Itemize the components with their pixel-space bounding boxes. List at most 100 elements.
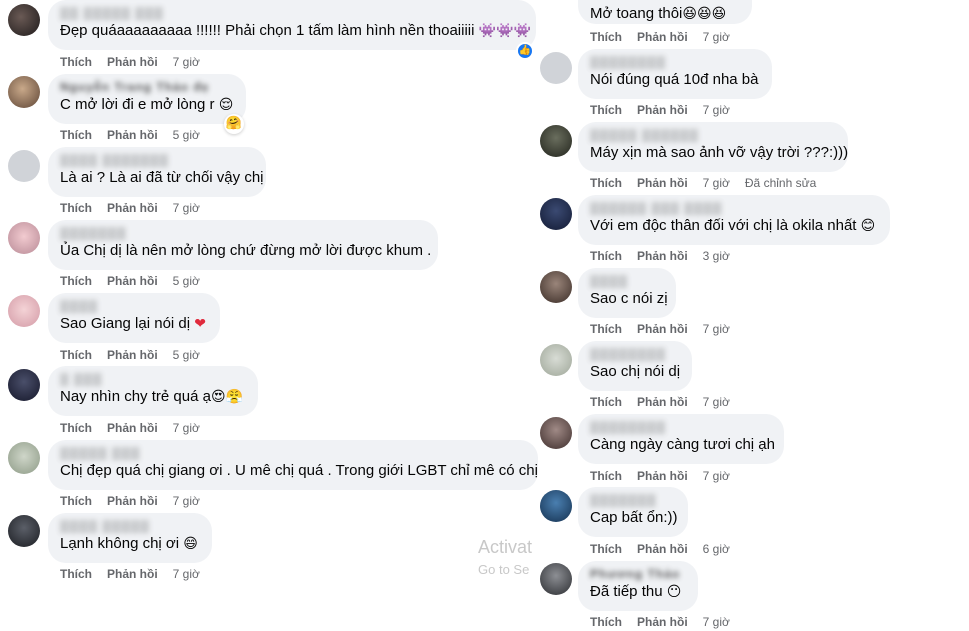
commenter-name[interactable]: Nguyễn Trang Thảo đẹ [60, 80, 234, 95]
commenter-name[interactable]: Phương Thảo [590, 567, 686, 582]
commenter-name[interactable]: ▒▒▒▒▒▒▒ [60, 226, 426, 241]
like-button[interactable]: Thích [590, 322, 622, 336]
reply-button[interactable]: Phản hồi [637, 542, 688, 556]
like-button[interactable]: Thích [60, 55, 92, 69]
reply-button[interactable]: Phản hồi [107, 348, 158, 362]
commenter-name[interactable]: ▒▒▒▒ [590, 274, 664, 289]
like-button[interactable]: Thích [590, 249, 622, 263]
comment-bubble: ▒▒▒▒▒▒▒ Ủa Chị dị là nên mở lòng chứ đừn… [48, 220, 438, 270]
comment-time[interactable]: 7 giờ [703, 395, 730, 409]
reply-button[interactable]: Phản hồi [107, 567, 158, 581]
avatar[interactable] [8, 295, 40, 327]
like-button[interactable]: Thích [590, 615, 622, 629]
avatar[interactable] [8, 369, 40, 401]
comment-time[interactable]: 7 giờ [703, 322, 730, 336]
comment-time[interactable]: 7 giờ [703, 103, 730, 117]
comment-bubble: Phương Thảo Đã tiếp thu 😶 [578, 561, 698, 611]
reply-button[interactable]: Phản hồi [107, 128, 158, 142]
reply-button[interactable]: Phản hồi [637, 469, 688, 483]
comment-time[interactable]: 7 giờ [173, 421, 200, 435]
comment-bubble: ▒▒▒▒ Sao Giang lại nói dị ❤ [48, 293, 220, 343]
comment-time[interactable]: 7 giờ [173, 494, 200, 508]
like-button[interactable]: Thích [590, 469, 622, 483]
reply-button[interactable]: Phản hồi [637, 395, 688, 409]
like-button[interactable]: Thích [590, 103, 622, 117]
commenter-name[interactable]: ▒ ▒▒▒ [60, 372, 246, 387]
comment-time[interactable]: 7 giờ [703, 615, 730, 629]
commenter-name[interactable]: ▒▒▒▒▒▒ ▒▒▒ ▒▒▒▒ [590, 201, 878, 216]
avatar[interactable] [540, 198, 572, 230]
reply-button[interactable]: Phản hồi [107, 201, 158, 215]
commenter-name[interactable]: ▒▒▒▒▒▒▒ [590, 493, 676, 508]
like-button[interactable]: Thích [60, 348, 92, 362]
comment-time[interactable]: 5 giờ [173, 274, 200, 288]
avatar[interactable] [8, 515, 40, 547]
like-button[interactable]: Thích [60, 421, 92, 435]
comment-time[interactable]: 7 giờ [703, 469, 730, 483]
comment-time[interactable]: 7 giờ [703, 176, 730, 190]
reply-button[interactable]: Phản hồi [637, 30, 688, 44]
reply-button[interactable]: Phản hồi [637, 615, 688, 629]
avatar[interactable] [8, 4, 40, 36]
reply-button[interactable]: Phản hồi [107, 421, 158, 435]
commenter-name[interactable]: ▒▒▒▒ ▒▒▒▒▒▒▒ [60, 153, 254, 168]
like-button[interactable]: Thích [590, 176, 622, 190]
avatar[interactable] [540, 563, 572, 595]
comment-bubble: ▒▒▒▒▒▒▒▒ Càng ngày càng tươi chị ạh [578, 414, 784, 464]
comment-text: Sao Giang lại nói dị [60, 315, 191, 332]
comment-emoji: 😊 [860, 218, 876, 234]
like-button[interactable]: Thích [590, 395, 622, 409]
comment-emoji: 😄 [183, 536, 198, 552]
reply-button[interactable]: Phản hồi [637, 176, 688, 190]
reply-button[interactable]: Phản hồi [107, 274, 158, 288]
avatar[interactable] [540, 490, 572, 522]
comment-bubble: Mở toang thôi😆😆😆 [578, 0, 752, 24]
comment-text: Ủa Chị dị là nên mở lòng chứ đừng mở lời… [60, 242, 432, 259]
reply-button[interactable]: Phản hồi [107, 55, 158, 69]
like-reaction-icon[interactable]: 👍 [516, 42, 534, 60]
avatar[interactable] [8, 442, 40, 474]
reply-button[interactable]: Phản hồi [637, 322, 688, 336]
comment-time[interactable]: 7 giờ [173, 567, 200, 581]
comment-time[interactable]: 5 giờ [173, 128, 200, 142]
hug-reaction-icon[interactable]: 🤗 [224, 114, 244, 134]
commenter-name[interactable]: ▒▒▒▒ [60, 299, 208, 314]
comment-bubble: ▒▒▒▒ ▒▒▒▒▒▒▒ Là ai ? Là ai đã từ chối vậ… [48, 147, 266, 197]
comment-time[interactable]: 7 giờ [173, 201, 200, 215]
comment-time[interactable]: 7 giờ [703, 30, 730, 44]
commenter-name[interactable]: ▒▒▒▒▒▒▒▒ [590, 55, 760, 70]
avatar[interactable] [540, 417, 572, 449]
comment-time[interactable]: 5 giờ [173, 348, 200, 362]
like-button[interactable]: Thích [60, 494, 92, 508]
comment-time[interactable]: 3 giờ [703, 249, 730, 263]
commenter-name[interactable]: ▒▒ ▒▒▒▒▒ ▒▒▒ [60, 6, 524, 21]
avatar[interactable] [540, 344, 572, 376]
activation-watermark-title: Activat [478, 537, 533, 557]
comment-time[interactable]: 6 giờ [703, 542, 730, 556]
avatar[interactable] [540, 271, 572, 303]
heart-icon: ❤ [194, 316, 206, 332]
commenter-name[interactable]: ▒▒▒▒▒ ▒▒▒ [60, 446, 526, 461]
comment-time[interactable]: 7 giờ [173, 55, 200, 69]
avatar[interactable] [540, 125, 572, 157]
like-button[interactable]: Thích [590, 542, 622, 556]
like-button[interactable]: Thích [590, 30, 622, 44]
avatar[interactable] [8, 150, 40, 182]
comment-bubble: ▒▒▒▒▒▒▒ Cap bất ổn:)) [578, 487, 688, 537]
reply-button[interactable]: Phản hồi [107, 494, 158, 508]
avatar[interactable] [540, 52, 572, 84]
like-button[interactable]: Thích [60, 567, 92, 581]
avatar[interactable] [8, 76, 40, 108]
commenter-name[interactable]: ▒▒▒▒ ▒▒▒▒▒ [60, 519, 200, 534]
reply-button[interactable]: Phản hồi [637, 249, 688, 263]
avatar[interactable] [8, 222, 40, 254]
reply-button[interactable]: Phản hồi [637, 103, 688, 117]
comment-bubble: ▒▒▒▒▒▒▒▒ Nói đúng quá 10đ nha bà [578, 49, 772, 99]
commenter-name[interactable]: ▒▒▒▒▒▒▒▒ [590, 347, 680, 362]
like-button[interactable]: Thích [60, 128, 92, 142]
commenter-name[interactable]: ▒▒▒▒▒ ▒▒▒▒▒▒ [590, 128, 836, 143]
comment-text: Càng ngày càng tươi chị ạh [590, 436, 775, 453]
like-button[interactable]: Thích [60, 201, 92, 215]
like-button[interactable]: Thích [60, 274, 92, 288]
commenter-name[interactable]: ▒▒▒▒▒▒▒▒ [590, 420, 772, 435]
